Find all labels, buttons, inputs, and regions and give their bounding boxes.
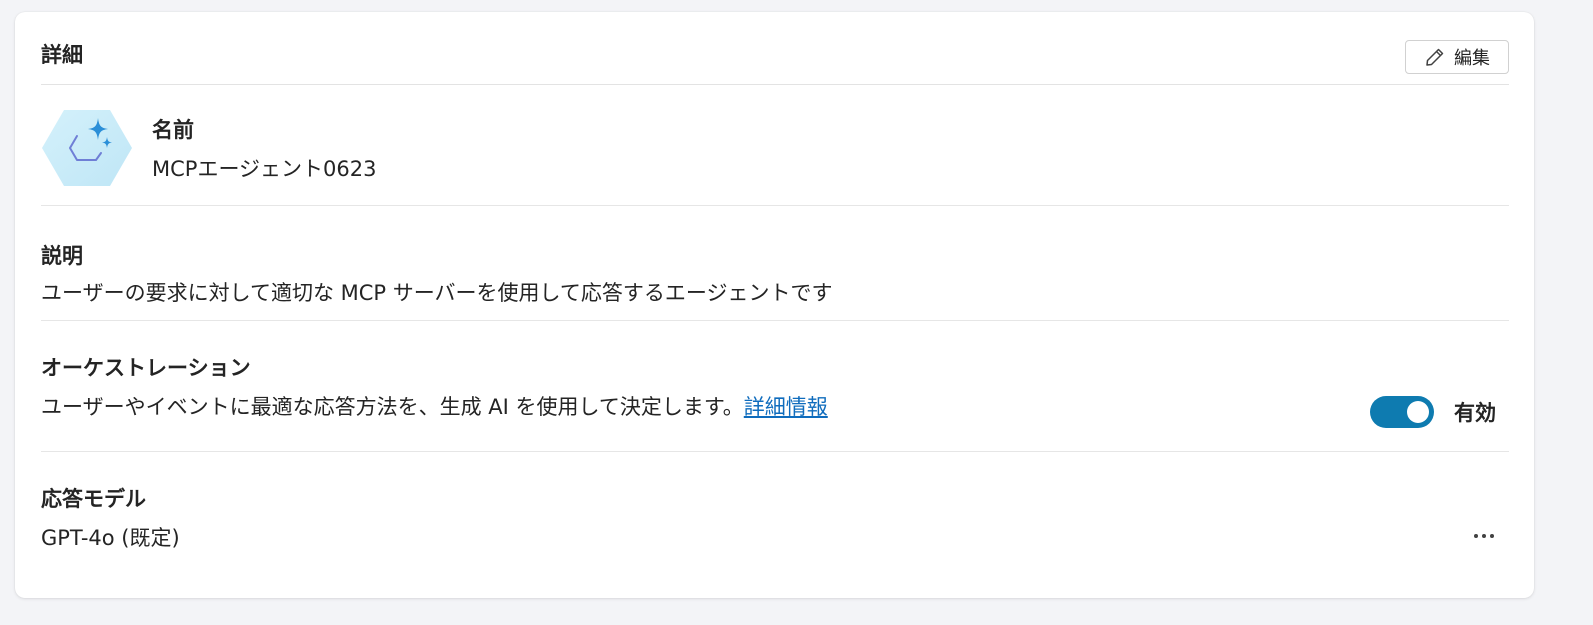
name-value: MCPエージェント0623 — [152, 157, 377, 181]
pencil-icon — [1424, 46, 1446, 68]
orchestration-toggle[interactable] — [1370, 396, 1434, 428]
orchestration-section: オーケストレーション ユーザーやイベントに最適な応答方法を、生成 AI を使用し… — [41, 321, 1509, 452]
description-block: 説明 ユーザーの要求に対して適切な MCP サーバーを使用して応答するエージェン… — [41, 243, 832, 307]
name-block: 名前 MCPエージェント0623 — [152, 117, 376, 183]
orchestration-label: オーケストレーション — [41, 356, 251, 380]
card-header: 詳細 編集 — [41, 12, 1509, 85]
more-horizontal-icon[interactable] — [1469, 526, 1499, 546]
description-section: 説明 ユーザーの要求に対して適切な MCP サーバーを使用して応答するエージェン… — [41, 206, 1509, 321]
orchestration-toggle-group: 有効 — [1370, 396, 1496, 428]
orchestration-toggle-label: 有効 — [1454, 401, 1496, 425]
more-dot — [1474, 534, 1478, 538]
card-title: 詳細 — [41, 43, 83, 67]
toggle-knob — [1407, 401, 1429, 423]
more-dot — [1490, 534, 1494, 538]
orchestration-description-text: ユーザーやイベントに最適な応答方法を、生成 AI を使用して決定します。 — [41, 395, 744, 419]
description-value: ユーザーの要求に対して適切な MCP サーバーを使用して応答するエージェントです — [41, 281, 833, 305]
orchestration-block: オーケストレーション ユーザーやイベントに最適な応答方法を、生成 AI を使用し… — [41, 355, 828, 421]
orchestration-description: ユーザーやイベントに最適な応答方法を、生成 AI を使用して決定します。詳細情報 — [41, 393, 828, 421]
learn-more-link[interactable]: 詳細情報 — [744, 395, 828, 419]
response-model-value: GPT-4o (既定) — [41, 526, 180, 550]
edit-button[interactable]: 編集 — [1405, 40, 1509, 74]
name-section: 名前 MCPエージェント0623 — [41, 85, 1509, 206]
response-model-label: 応答モデル — [41, 487, 146, 511]
response-model-section: 応答モデル GPT-4o (既定) — [41, 452, 1509, 572]
agent-hexagon-sparkle-icon — [41, 108, 133, 188]
edit-button-label: 編集 — [1454, 48, 1490, 69]
response-model-block: 応答モデル GPT-4o (既定) — [41, 486, 180, 552]
details-card: 詳細 編集 名前 MCPエージェント0623 説明 ユーザーの要求に対して適切な… — [15, 12, 1534, 598]
name-label: 名前 — [152, 118, 194, 142]
description-label: 説明 — [41, 244, 83, 268]
more-dot — [1482, 534, 1486, 538]
